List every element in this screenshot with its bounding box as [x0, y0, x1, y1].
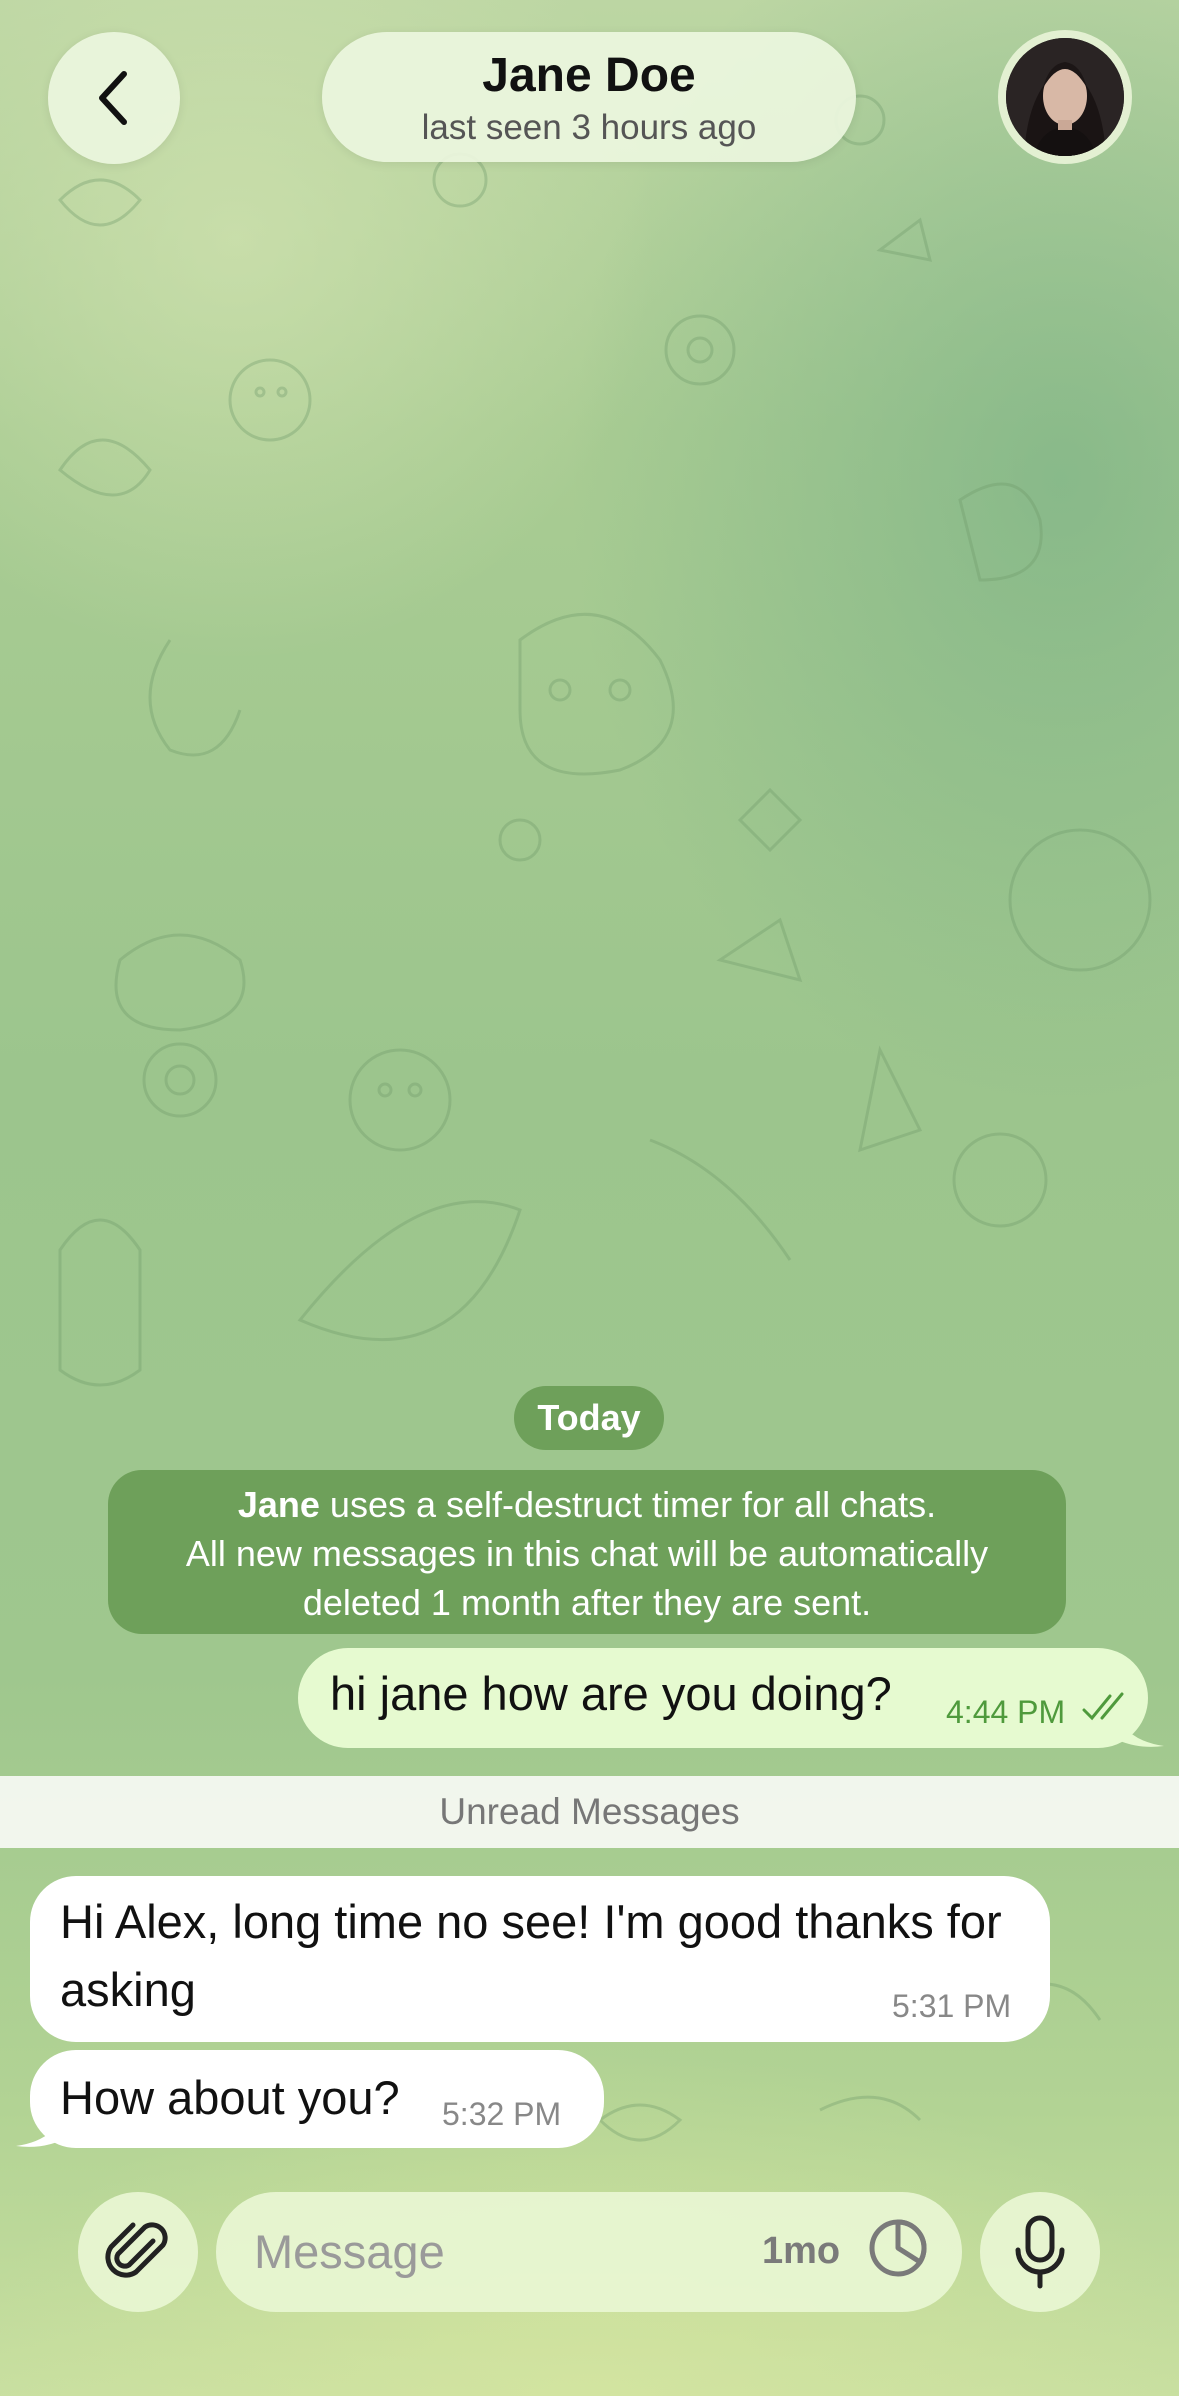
date-chip: Today — [514, 1386, 664, 1450]
self-destruct-service-message: Jane uses a self-destruct timer for all … — [108, 1470, 1066, 1634]
outgoing-message-time: 4:44 PM — [946, 1694, 1066, 1730]
service-message-line1: uses a self-destruct timer for all chats… — [319, 1484, 937, 1525]
service-message-name: Jane — [237, 1484, 320, 1525]
incoming-message-time: 5:32 PM — [442, 2096, 562, 2132]
service-message-line2: All new messages in this chat will be au… — [185, 1533, 989, 1574]
service-message-line3: deleted 1 month after they are sent. — [302, 1582, 872, 1623]
chevron-left-icon — [99, 71, 127, 125]
avatar — [1006, 38, 1124, 156]
outgoing-message-text: hi jane how are you doing? — [330, 1667, 892, 1720]
incoming-message-text: How about you? — [60, 2071, 400, 2124]
contact-name: Jane Doe — [482, 49, 696, 102]
paperclip-icon — [105, 2222, 168, 2278]
microphone-button[interactable] — [980, 2192, 1100, 2312]
avatar-button[interactable] — [998, 30, 1132, 164]
timer-icon[interactable] — [868, 2218, 928, 2278]
incoming-message-time: 5:31 PM — [892, 1988, 1012, 2024]
microphone-icon — [1015, 2215, 1065, 2289]
self-destruct-timer-label[interactable]: 1mo — [762, 2230, 840, 2273]
double-check-icon — [1082, 1692, 1124, 1721]
attach-button[interactable] — [78, 2192, 198, 2312]
back-button[interactable] — [48, 32, 180, 164]
unread-messages-divider: Unread Messages — [0, 1776, 1179, 1848]
chat-title-pill[interactable]: Jane Doe last seen 3 hours ago — [322, 32, 856, 162]
contact-status: last seen 3 hours ago — [421, 108, 757, 147]
message-input-placeholder: Message — [254, 2225, 445, 2278]
